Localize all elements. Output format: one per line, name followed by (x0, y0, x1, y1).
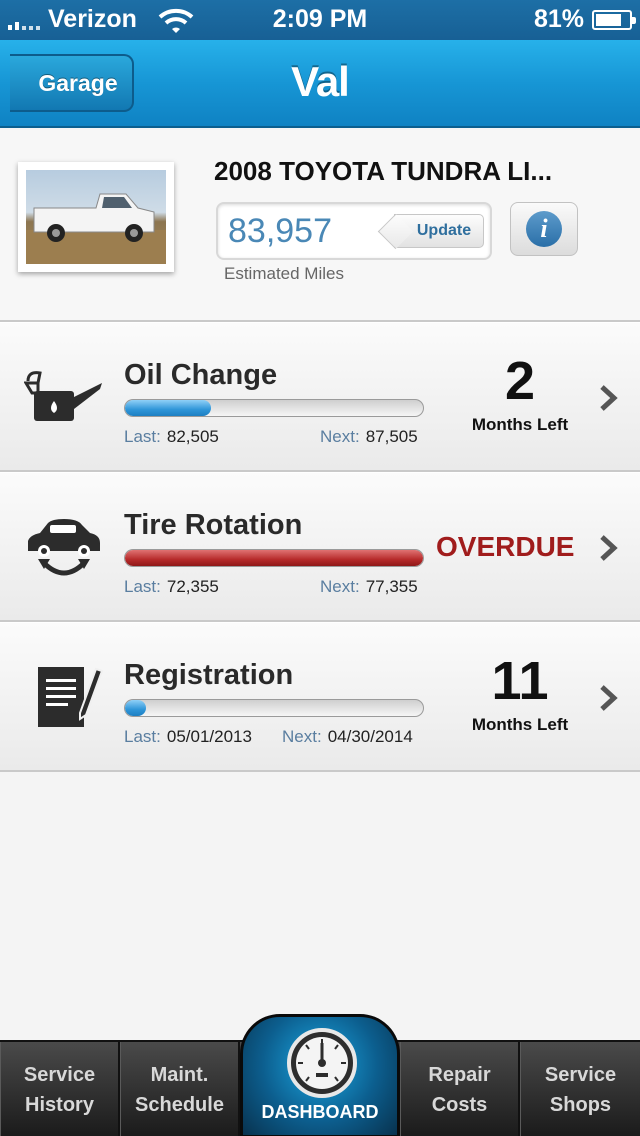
oil-can-icon (24, 371, 102, 421)
last-service: Last: 05/01/2013 (124, 727, 252, 747)
last-label: Last: (124, 727, 161, 746)
update-button-label: Update (416, 222, 472, 239)
last-label: Last: (124, 427, 161, 446)
vehicle-name: 2008 TOYOTA TUNDRA LI... (214, 156, 553, 186)
last-value: 72,355 (166, 577, 219, 596)
info-icon: i (526, 211, 562, 247)
tab-bar: Service History Maint. Schedule Repair Cost… (0, 1014, 640, 1136)
next-service: Next: 77,355 (320, 577, 418, 597)
vehicle-header: 2008 TOYOTA TUNDRA LI... 83,957 Update E… (0, 130, 640, 322)
tab-maint-schedule[interactable]: Maint. Schedule (120, 1042, 240, 1136)
next-service: Next: 04/30/2014 (282, 727, 413, 747)
speedometer-icon (287, 1028, 357, 1098)
progress-bar (124, 399, 424, 417)
service-title: Tire Rotation (124, 509, 303, 541)
tab-label-line1: Service (23, 1064, 96, 1086)
tab-label-line1: Repair (428, 1064, 491, 1086)
registration-document-icon (38, 667, 104, 727)
status-bar: Verizon 2:09 PM 81% (0, 0, 640, 40)
mileage-value: 83,957 (228, 212, 332, 250)
tab-service-history[interactable]: Service History (0, 1042, 120, 1136)
overdue-status: OVERDUE (436, 531, 575, 562)
tab-label-line1: Service (544, 1064, 617, 1086)
next-service: Next: 87,505 (320, 427, 418, 447)
chevron-right-icon (600, 385, 618, 411)
last-value: 82,505 (166, 427, 219, 446)
next-label: Next: (320, 577, 360, 596)
months-left-label: Months Left (471, 715, 569, 734)
progress-bar (124, 699, 424, 717)
truck-image (26, 170, 166, 264)
vehicle-photo[interactable] (18, 162, 174, 272)
last-service: Last: 72,355 (124, 577, 219, 597)
next-value: 77,355 (365, 577, 418, 596)
tab-dashboard[interactable]: DASHBOARD (240, 1014, 400, 1136)
battery-percent: 81% (533, 5, 584, 33)
tab-label-line2: Costs (431, 1094, 488, 1116)
next-value: 87,505 (365, 427, 418, 446)
next-value: 04/30/2014 (327, 727, 413, 746)
service-title: Registration (124, 659, 294, 691)
chevron-right-icon (600, 685, 618, 711)
tab-label-line1: Maint. (150, 1064, 209, 1086)
last-label: Last: (124, 577, 161, 596)
service-row-oil-change[interactable]: Oil Change Last: 82,505 Next: 87,505 2 Mon… (0, 322, 640, 472)
mileage-field[interactable]: 83,957 Update (216, 202, 492, 260)
next-label: Next: (320, 427, 360, 446)
last-service: Last: 82,505 (124, 427, 219, 447)
last-value: 05/01/2013 (166, 727, 252, 746)
months-left-label: Months Left (471, 415, 569, 434)
update-mileage-button[interactable]: Update (394, 214, 484, 248)
tab-label-line2: Schedule (135, 1094, 224, 1116)
navigation-bar: Garage Val (0, 40, 640, 128)
tab-label: DASHBOARD (261, 1102, 379, 1122)
tab-label-line2: Shops (549, 1094, 612, 1116)
tab-service-shops[interactable]: Service Shops (520, 1042, 640, 1136)
vehicle-info-button[interactable]: i (510, 202, 578, 256)
months-left-number: 2 (504, 351, 536, 411)
next-label: Next: (282, 727, 322, 746)
service-title: Oil Change (124, 359, 278, 391)
chevron-right-icon (600, 535, 618, 561)
tab-repair-costs[interactable]: Repair Costs (400, 1042, 520, 1136)
service-row-tire-rotation[interactable]: Tire Rotation Last: 72,355 Next: 77,355 OV… (0, 472, 640, 622)
service-row-registration[interactable]: Registration Last: 05/01/2013 Next: 04/30/… (0, 622, 640, 772)
back-button-label: Garage (38, 69, 118, 96)
battery-icon (592, 10, 636, 30)
tire-rotation-icon (28, 519, 100, 576)
mileage-caption: Estimated Miles (224, 264, 344, 283)
progress-bar (124, 549, 424, 567)
tab-label-line2: History (25, 1094, 94, 1116)
months-left-number: 11 (491, 651, 549, 711)
